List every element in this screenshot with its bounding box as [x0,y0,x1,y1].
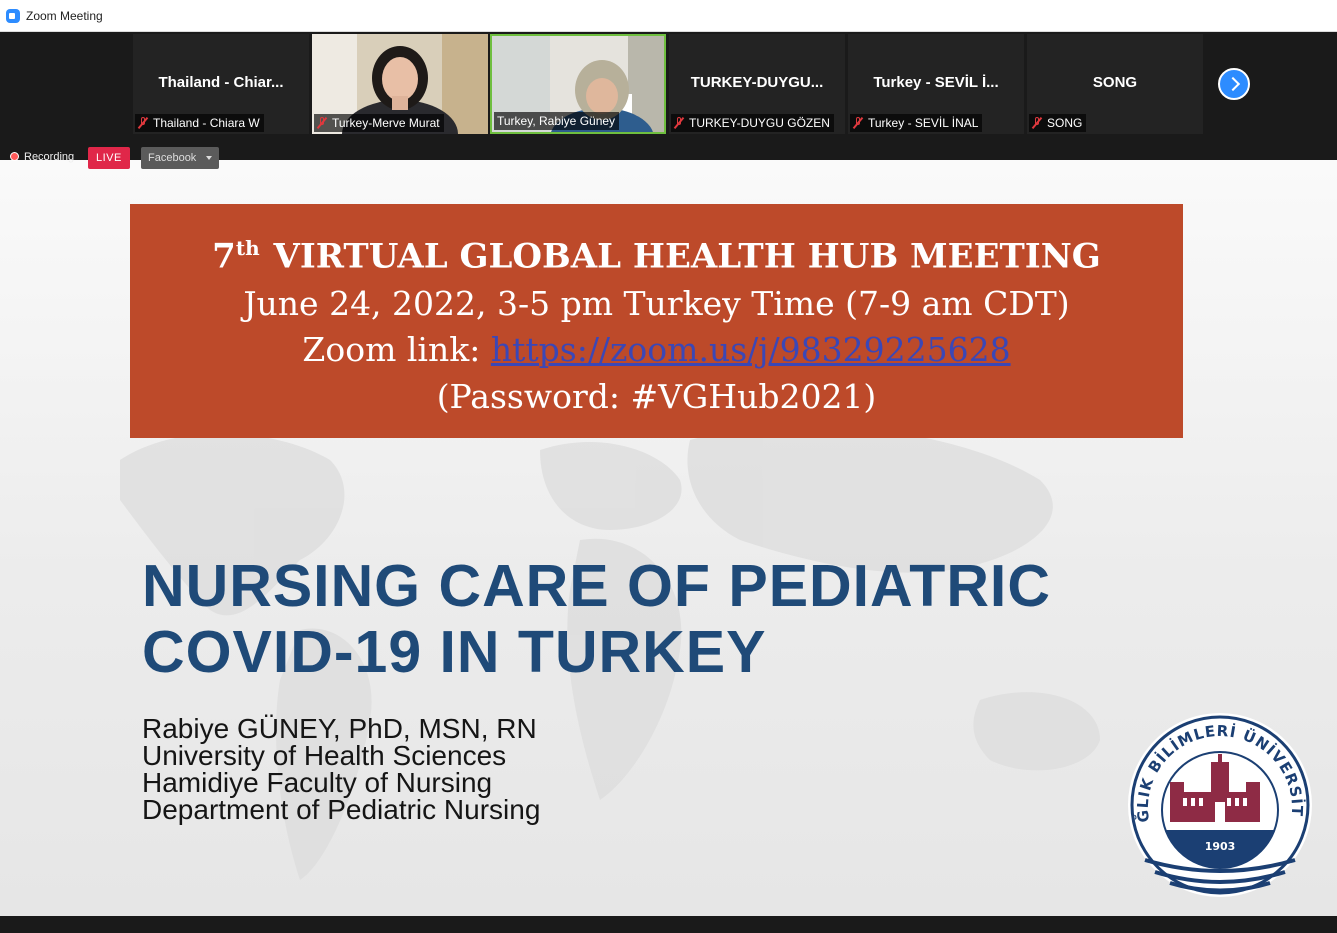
participant-display-name: Thailand - Chiar... [158,74,284,91]
banner-date-line: June 24, 2022, 3-5 pm Turkey Time (7-9 a… [243,284,1070,323]
participant-tile[interactable]: Turkey-Merve Murat [312,34,488,134]
live-badge[interactable]: LIVE [88,147,130,169]
slide-title-line-2: COVID-19 IN TURKEY [142,619,767,685]
participant-name: Turkey, Rabiye Güney [494,112,620,130]
zoom-link[interactable]: https://zoom.us/j/98329225628 [491,330,1011,369]
participant-tile[interactable]: SONG SONG [1027,34,1203,134]
mic-muted-icon [317,117,327,129]
participant-tile[interactable]: TURKEY-DUYGU... TURKEY-DUYGU GÖZEN [669,34,845,134]
participant-name: TURKEY-DUYGU GÖZEN [689,116,830,130]
author-name: Rabiye GÜNEY, PhD, MSN, RN [142,713,537,744]
banner-password-line: (Password: #VGHub2021) [436,377,877,416]
bottom-toolbar-edge [0,916,1337,933]
window-title: Zoom Meeting [26,9,103,23]
zoom-app-icon [6,9,20,23]
participant-name: Turkey - SEVİL İNAL [868,116,979,130]
banner-ordinal-suffix: th [235,236,260,260]
mic-muted-icon [853,117,863,129]
banner-heading: 7th VIRTUAL GLOBAL HEALTH HUB MEETING [130,236,1183,276]
university-seal-logo: SAĞLIK BİLİMLERİ ÜNİVERSİTESİ 1903 [1125,710,1312,897]
recording-indicator[interactable]: Recording [10,151,74,163]
mic-muted-icon [674,117,684,129]
recording-dot-icon [10,152,19,161]
banner-zoom-line: Zoom link: https://zoom.us/j/98329225628 [130,330,1183,369]
participant-display-name: Turkey - SEVİL İ... [873,74,999,91]
participant-name: Turkey-Merve Murat [332,116,440,130]
meeting-info-banner: 7th VIRTUAL GLOBAL HEALTH HUB MEETING Ju… [130,204,1183,438]
recording-label: Recording [24,151,75,163]
participant-name: Thailand - Chiara W [153,116,260,130]
shared-screen-slide: 7th VIRTUAL GLOBAL HEALTH HUB MEETING Ju… [0,160,1337,916]
participant-name: SONG [1047,116,1083,130]
author-faculty: Hamidiye Faculty of Nursing [142,767,493,798]
participant-strip: Thailand - Chiar... Thailand - Chiara W … [0,32,1337,160]
participant-display-name: SONG [1092,74,1138,91]
next-page-arrow-icon[interactable] [1218,68,1250,100]
participant-tile[interactable]: Thailand - Chiar... Thailand - Chiara W [133,34,309,134]
author-block: Rabiye GÜNEY, PhD, MSN, RN University of… [142,713,541,825]
participant-display-name: TURKEY-DUYGU... [690,74,824,91]
zoom-link-label: Zoom link: [302,330,481,369]
window-titlebar: Zoom Meeting [0,0,1337,32]
mic-muted-icon [1032,117,1042,129]
slide-title-line-1: NURSING CARE OF PEDIATRIC [142,553,1051,619]
seal-year: 1903 [1205,840,1236,853]
banner-heading-text: VIRTUAL GLOBAL HEALTH HUB MEETING [273,236,1101,277]
participant-tile-active-speaker[interactable]: Turkey, Rabiye Güney [490,34,666,134]
facebook-stream-dropdown[interactable]: Facebook [141,147,219,169]
mic-muted-icon [138,117,148,129]
banner-ordinal: 7 [212,236,236,277]
author-university: University of Health Sciences [142,740,507,771]
author-department: Department of Pediatric Nursing [142,794,541,825]
participant-tile[interactable]: Turkey - SEVİL İ... Turkey - SEVİL İNAL [848,34,1024,134]
